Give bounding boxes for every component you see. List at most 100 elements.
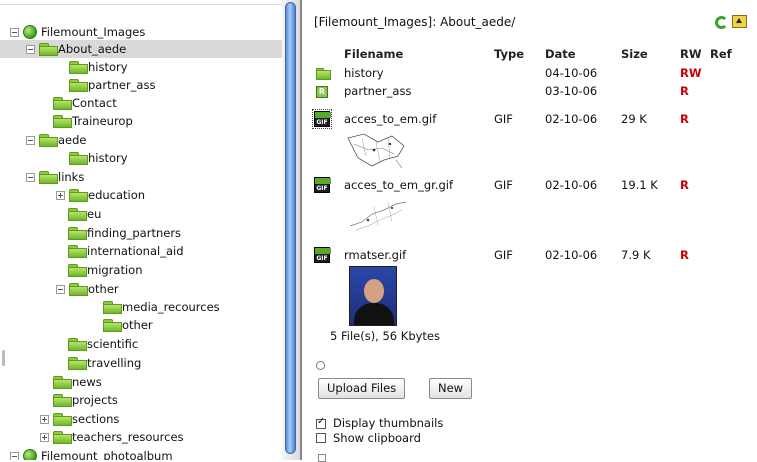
portrait-body	[354, 303, 394, 325]
globe-icon	[23, 25, 37, 39]
tree-item-label: history	[88, 151, 128, 165]
tree-item-label: sections	[72, 412, 120, 426]
expand-toggle-icon[interactable]	[40, 414, 49, 424]
expand-toggle-icon[interactable]	[56, 190, 65, 200]
tree-scrollbar-thumb[interactable]	[285, 2, 296, 454]
tree-item-filemount-images[interactable]: Filemount_Images	[10, 23, 145, 41]
tree-item-label: eu	[87, 207, 102, 221]
resize-handle-icon[interactable]	[2, 350, 5, 366]
tree-item-scientific[interactable]: scientific	[68, 335, 138, 353]
folder-up-icon[interactable]	[732, 15, 747, 28]
tree-item-aede-history[interactable]: history	[56, 149, 128, 167]
tree-item-label: media_recources	[122, 300, 220, 314]
tree-item-other[interactable]: other	[56, 280, 119, 298]
permission-badge: R	[680, 112, 689, 126]
folder-icon	[53, 97, 72, 110]
folder-icon	[68, 227, 87, 240]
tree-item-migration[interactable]: migration	[68, 261, 143, 279]
tree-item-links[interactable]: links	[26, 168, 84, 186]
tree-item-traineurop[interactable]: Traineurop	[40, 112, 133, 130]
expand-toggle-icon[interactable]	[40, 432, 49, 442]
tree-item-label: history	[88, 60, 128, 74]
gif-file-icon: GIF	[312, 109, 332, 129]
column-header-ref: Ref	[710, 47, 732, 61]
new-button[interactable]: New	[429, 378, 473, 399]
file-name-link[interactable]: acces_to_em.gif	[344, 112, 436, 126]
folder-icon	[53, 413, 72, 426]
collapse-toggle-icon[interactable]	[10, 451, 19, 460]
globe-icon	[23, 449, 37, 460]
folder-icon	[68, 245, 87, 258]
show-clipboard-checkbox[interactable]	[316, 433, 326, 443]
collapse-toggle-icon[interactable]	[26, 135, 35, 145]
folder-icon	[68, 338, 87, 351]
file-type: GIF	[494, 248, 513, 262]
column-header-filename[interactable]: Filename	[344, 47, 403, 61]
tree-item-contact[interactable]: Contact	[40, 94, 117, 112]
portrait-head	[364, 279, 384, 303]
file-name-link[interactable]: rmatser.gif	[344, 248, 406, 262]
column-header-size[interactable]: Size	[621, 47, 648, 61]
tree-item-about-aede[interactable]: About_aede	[0, 40, 282, 58]
tree-item-projects[interactable]: projects	[40, 391, 118, 409]
file-count-summary: 5 File(s), 56 Kbytes	[330, 329, 441, 343]
permission-badge: R	[680, 248, 689, 262]
tree-item-sections[interactable]: sections	[40, 410, 119, 428]
folder-icon	[69, 79, 88, 92]
tree-item-aede[interactable]: aede	[26, 131, 87, 149]
tree-item-partner-ass[interactable]: partner_ass	[56, 76, 155, 94]
tree-item-eu[interactable]: eu	[68, 205, 101, 223]
tree-item-other-sub[interactable]: other	[103, 316, 153, 334]
readonly-folder-icon: R	[316, 86, 328, 98]
file-date: 02-10-06	[545, 112, 598, 126]
column-header-date[interactable]: Date	[545, 47, 576, 61]
collapse-toggle-icon[interactable]	[26, 44, 35, 54]
folder-icon	[53, 376, 72, 389]
folder-icon	[69, 61, 88, 74]
map-thumbnail[interactable]	[344, 130, 416, 170]
folder-icon	[53, 394, 72, 407]
folder-icon	[39, 134, 58, 147]
tree-item-filemount-photoalbum[interactable]: Filemount_photoalbum	[10, 447, 173, 460]
collapse-toggle-icon[interactable]	[56, 284, 65, 294]
file-size: 19.1 K	[621, 178, 658, 192]
folder-icon	[39, 43, 58, 56]
tree-item-label: Contact	[72, 96, 117, 110]
permission-badge: RW	[680, 66, 702, 80]
folder-icon	[103, 319, 122, 332]
collapse-toggle-icon[interactable]	[26, 172, 35, 182]
file-date: 03-10-06	[545, 84, 598, 98]
tree-item-finding-partners[interactable]: finding_partners	[68, 224, 181, 242]
tree-item-media-recources[interactable]: media_recources	[103, 298, 220, 316]
tree-item-label: teachers_resources	[72, 430, 184, 444]
tree-item-education[interactable]: education	[56, 186, 145, 204]
file-name-link[interactable]: acces_to_em_gr.gif	[344, 178, 453, 192]
tree-item-travelling[interactable]: travelling	[68, 354, 141, 372]
tree-item-history[interactable]: history	[56, 58, 128, 76]
file-list-pane: [Filemount_Images]: About_aede/ Filename…	[302, 0, 757, 462]
tree-item-label: travelling	[87, 356, 142, 370]
refresh-icon[interactable]	[715, 16, 728, 29]
file-name-link[interactable]: history	[344, 66, 384, 80]
gif-file-icon: GIF	[314, 247, 331, 263]
portrait-thumbnail[interactable]	[349, 266, 397, 326]
file-type: GIF	[494, 112, 513, 126]
column-header-type[interactable]: Type	[494, 47, 524, 61]
file-type: GIF	[494, 178, 513, 192]
tree-item-teachers-resources[interactable]: teachers_resources	[40, 428, 184, 446]
help-hint-icon[interactable]	[316, 361, 325, 370]
upload-files-button[interactable]: Upload Files	[318, 378, 406, 399]
tree-item-international-aid[interactable]: international_aid	[68, 242, 184, 260]
map-thumbnail[interactable]	[344, 196, 416, 236]
folder-icon	[68, 264, 87, 277]
folder-icon	[69, 152, 88, 165]
permission-badge: R	[680, 178, 689, 192]
file-name-link[interactable]: partner_ass	[344, 84, 411, 98]
collapse-toggle-icon[interactable]	[10, 27, 19, 37]
file-size: 29 K	[621, 112, 647, 126]
display-thumbnails-checkbox[interactable]	[316, 416, 326, 429]
tree-item-news[interactable]: news	[40, 373, 102, 391]
tree-item-label: education	[88, 188, 146, 202]
folder-icon	[68, 357, 87, 370]
tree-item-label: aede	[58, 133, 87, 147]
